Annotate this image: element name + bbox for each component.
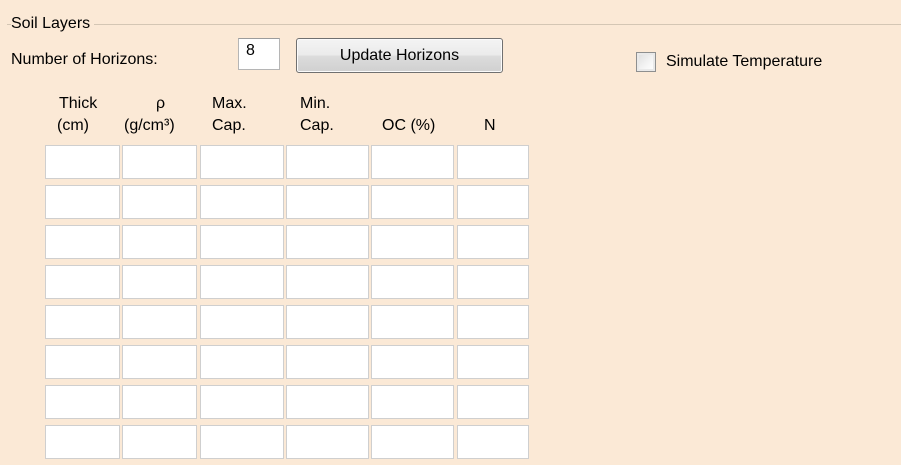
cell-max-cap-row-4[interactable] xyxy=(200,265,284,299)
cell-min-cap-row-1[interactable] xyxy=(286,145,369,179)
cell-min-cap-row-8[interactable] xyxy=(286,425,369,459)
cell-thick-row-5[interactable] xyxy=(45,305,120,339)
col-min-cap-line1: Min. xyxy=(300,95,331,112)
cell-oc-row-6[interactable] xyxy=(371,345,454,379)
cell-max-cap-row-3[interactable] xyxy=(200,225,284,259)
cell-density-row-5[interactable] xyxy=(122,305,197,339)
cell-n-row-8[interactable] xyxy=(457,425,529,459)
cell-min-cap-row-7[interactable] xyxy=(286,385,369,419)
cell-min-cap-row-4[interactable] xyxy=(286,265,369,299)
cell-thick-row-8[interactable] xyxy=(45,425,120,459)
cell-n-row-4[interactable] xyxy=(457,265,529,299)
cell-n-row-7[interactable] xyxy=(457,385,529,419)
cell-oc-row-8[interactable] xyxy=(371,425,454,459)
cell-min-cap-row-6[interactable] xyxy=(286,345,369,379)
cell-max-cap-row-6[interactable] xyxy=(200,345,284,379)
cell-max-cap-row-1[interactable] xyxy=(200,145,284,179)
cell-oc-row-5[interactable] xyxy=(371,305,454,339)
cell-density-row-8[interactable] xyxy=(122,425,197,459)
cell-thick-row-6[interactable] xyxy=(45,345,120,379)
col-density-line2: (g/cm³) xyxy=(124,117,175,134)
group-title: Soil Layers xyxy=(11,13,95,35)
update-horizons-button[interactable]: Update Horizons xyxy=(296,38,503,73)
cell-max-cap-row-7[interactable] xyxy=(200,385,284,419)
cell-density-row-3[interactable] xyxy=(122,225,197,259)
cell-thick-row-3[interactable] xyxy=(45,225,120,259)
cell-n-row-1[interactable] xyxy=(457,145,529,179)
col-density-line1: ρ xyxy=(156,95,166,112)
col-oc-line2: OC (%) xyxy=(382,117,436,134)
col-thick-line2: (cm) xyxy=(57,117,89,134)
cell-max-cap-row-8[interactable] xyxy=(200,425,284,459)
cell-oc-row-1[interactable] xyxy=(371,145,454,179)
simulate-temperature-label: Simulate Temperature xyxy=(666,53,823,70)
cell-density-row-4[interactable] xyxy=(122,265,197,299)
simulate-temperature-checkbox[interactable] xyxy=(636,52,656,72)
col-thick-line1: Thick xyxy=(59,95,98,112)
horizons-label: Number of Horizons: xyxy=(11,51,158,68)
cell-max-cap-row-2[interactable] xyxy=(200,185,284,219)
cell-thick-row-7[interactable] xyxy=(45,385,120,419)
col-min-cap-line2: Cap. xyxy=(300,117,334,134)
cell-n-row-3[interactable] xyxy=(457,225,529,259)
cell-oc-row-3[interactable] xyxy=(371,225,454,259)
cell-density-row-2[interactable] xyxy=(122,185,197,219)
cell-min-cap-row-2[interactable] xyxy=(286,185,369,219)
cell-oc-row-7[interactable] xyxy=(371,385,454,419)
cell-oc-row-2[interactable] xyxy=(371,185,454,219)
cell-min-cap-row-3[interactable] xyxy=(286,225,369,259)
cell-n-row-6[interactable] xyxy=(457,345,529,379)
soil-layers-panel: Soil Layers Number of Horizons: Update H… xyxy=(0,0,901,465)
cell-max-cap-row-5[interactable] xyxy=(200,305,284,339)
simulate-temperature-option[interactable]: Simulate Temperature xyxy=(636,51,822,73)
cell-thick-row-4[interactable] xyxy=(45,265,120,299)
number-of-horizons-input[interactable] xyxy=(238,38,280,70)
cell-density-row-6[interactable] xyxy=(122,345,197,379)
cell-n-row-5[interactable] xyxy=(457,305,529,339)
cell-n-row-2[interactable] xyxy=(457,185,529,219)
col-max-cap-line2: Cap. xyxy=(212,117,246,134)
cell-oc-row-4[interactable] xyxy=(371,265,454,299)
cell-thick-row-1[interactable] xyxy=(45,145,120,179)
cell-density-row-1[interactable] xyxy=(122,145,197,179)
cell-thick-row-2[interactable] xyxy=(45,185,120,219)
cell-min-cap-row-5[interactable] xyxy=(286,305,369,339)
col-max-cap-line1: Max. xyxy=(212,95,247,112)
col-n-line2: N xyxy=(484,117,496,134)
cell-density-row-7[interactable] xyxy=(122,385,197,419)
